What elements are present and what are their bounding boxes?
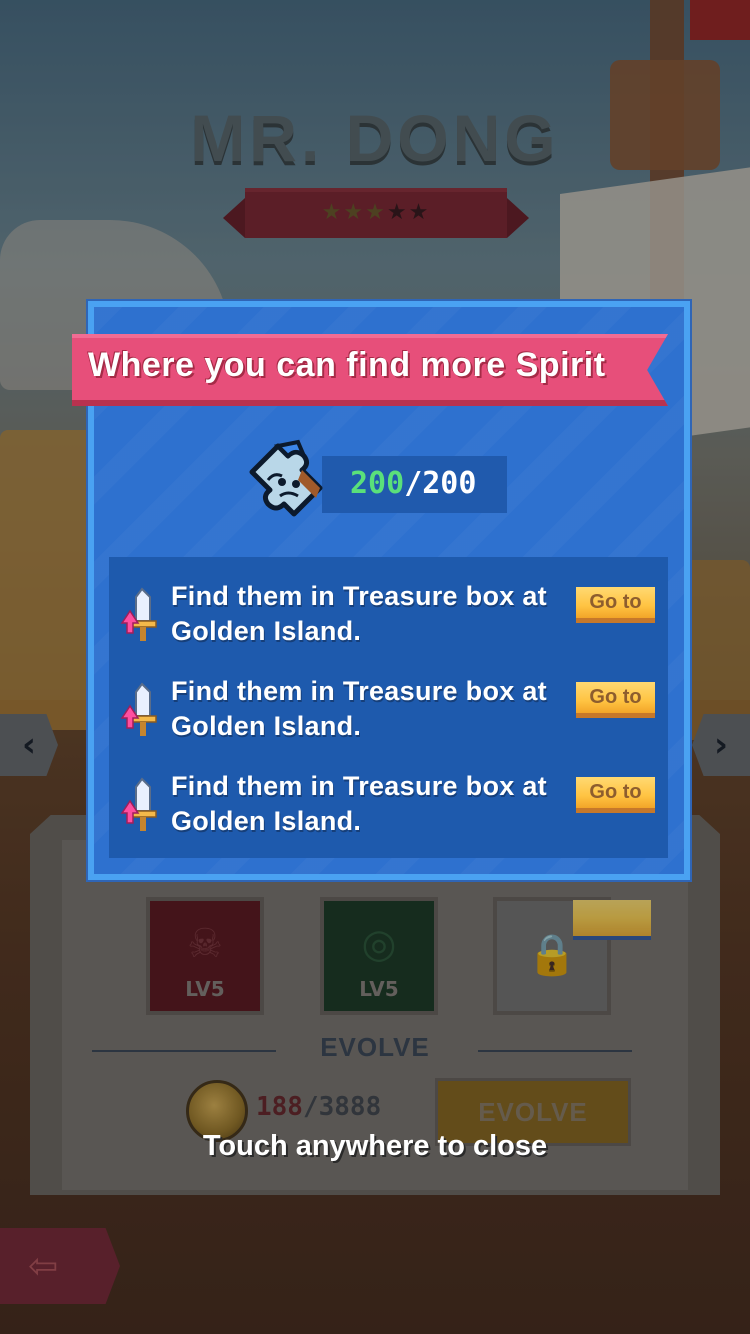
goto-button[interactable]: Go to xyxy=(576,777,655,813)
spirit-puzzle-icon xyxy=(249,439,323,517)
sword-upgrade-icon xyxy=(120,777,157,831)
sword-upgrade-icon xyxy=(120,587,157,641)
close-hint: Touch anywhere to close xyxy=(202,1130,548,1162)
source-text: Find them in Treasure box at Golden Isla… xyxy=(171,581,547,646)
spirit-max: 200 xyxy=(422,466,477,501)
spirit-current: 200 xyxy=(350,466,405,501)
source-row: Find them in Treasure box at Golden Isla… xyxy=(120,769,665,849)
goto-button[interactable]: Go to xyxy=(576,587,655,623)
goto-button[interactable]: Go to xyxy=(576,682,655,718)
source-row: Find them in Treasure box at Golden Isla… xyxy=(120,579,665,659)
sword-upgrade-icon xyxy=(120,682,157,736)
popup-title: Where you can find more Spirit xyxy=(88,346,606,384)
spirit-count: 200/200 xyxy=(350,466,476,501)
source-text: Find them in Treasure box at Golden Isla… xyxy=(171,771,547,836)
source-row: Find them in Treasure box at Golden Isla… xyxy=(120,674,665,754)
source-text: Find them in Treasure box at Golden Isla… xyxy=(171,676,547,741)
spirit-separator: / xyxy=(404,466,423,501)
